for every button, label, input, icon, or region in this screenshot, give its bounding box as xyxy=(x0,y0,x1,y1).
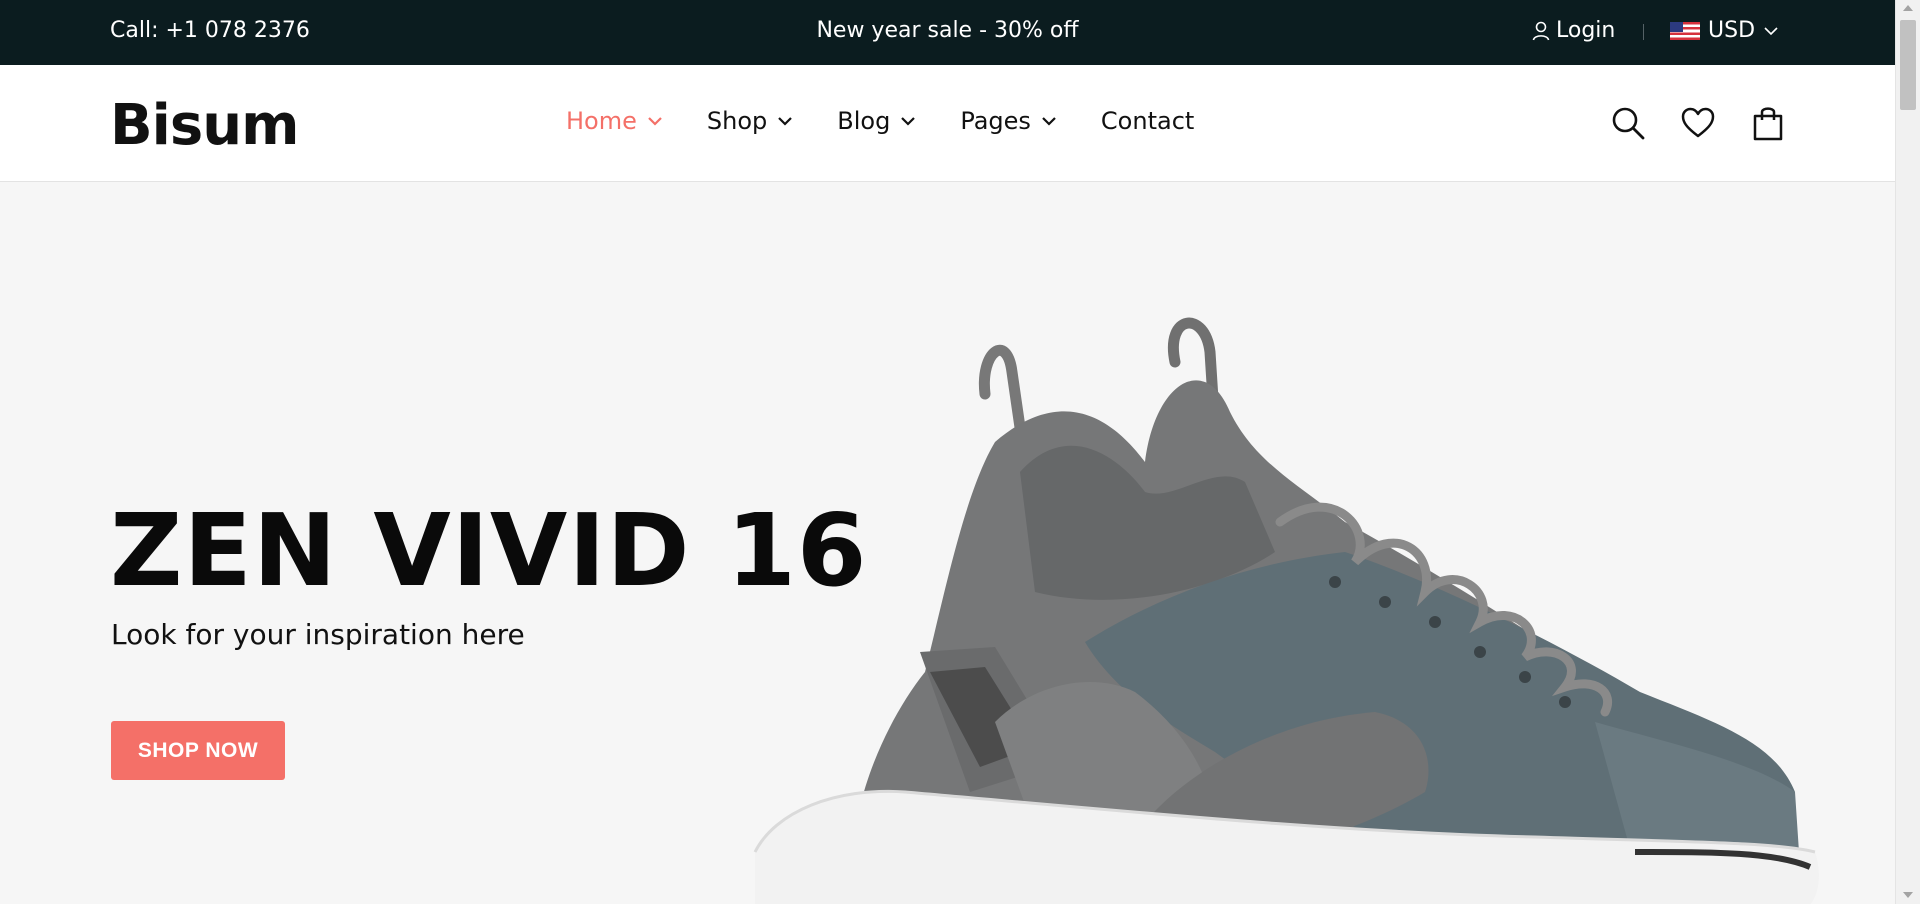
heart-icon[interactable] xyxy=(1680,105,1716,141)
chevron-down-icon xyxy=(778,117,793,126)
scroll-up-arrow-icon[interactable] xyxy=(1903,5,1913,11)
nav-item-shop[interactable]: Shop xyxy=(707,107,793,135)
shopping-bag-icon[interactable] xyxy=(1750,105,1786,141)
nav-label: Contact xyxy=(1100,107,1195,135)
announcement-bar: Call: +1 078 2376 New year sale - 30% of… xyxy=(0,0,1895,65)
hero-subtitle: Look for your inspiration here xyxy=(111,618,525,651)
login-link[interactable]: Login xyxy=(1532,18,1615,43)
scroll-down-arrow-icon[interactable] xyxy=(1903,892,1913,898)
nav-label: Home xyxy=(566,107,637,135)
scroll-thumb[interactable] xyxy=(1900,20,1916,110)
hero-banner: ZEN VIVID 16 Look for your inspiration h… xyxy=(0,182,1895,904)
chevron-down-icon xyxy=(901,117,916,126)
hero-title: ZEN VIVID 16 xyxy=(110,492,868,609)
currency-selector[interactable]: USD xyxy=(1670,18,1779,43)
nav-item-blog[interactable]: Blog xyxy=(837,107,916,135)
nav-item-home[interactable]: Home xyxy=(566,107,663,135)
page-scrollbar[interactable] xyxy=(1895,0,1920,904)
chevron-down-icon xyxy=(648,117,662,126)
currency-label: USD xyxy=(1708,18,1756,43)
nav-item-pages[interactable]: Pages xyxy=(960,107,1057,135)
nav-label: Pages xyxy=(960,107,1031,135)
site-logo[interactable]: Bisum xyxy=(110,93,299,158)
chevron-down-icon xyxy=(1042,117,1056,126)
header-actions xyxy=(1610,105,1786,141)
nav-item-contact[interactable]: Contact xyxy=(1101,107,1194,135)
us-flag-icon xyxy=(1670,21,1700,40)
login-label: Login xyxy=(1556,18,1616,43)
search-icon[interactable] xyxy=(1610,105,1646,141)
chevron-down-icon xyxy=(1764,26,1778,35)
divider xyxy=(1643,24,1644,40)
nav-label: Blog xyxy=(837,107,891,135)
sneaker-image xyxy=(753,317,1819,904)
site-header: Bisum Home Shop Blog Pages Contact xyxy=(0,65,1895,182)
user-icon xyxy=(1532,21,1550,40)
nav-label: Shop xyxy=(706,107,768,135)
main-nav: Home Shop Blog Pages Contact xyxy=(566,107,1194,135)
shop-now-button[interactable]: SHOP NOW xyxy=(111,721,285,780)
